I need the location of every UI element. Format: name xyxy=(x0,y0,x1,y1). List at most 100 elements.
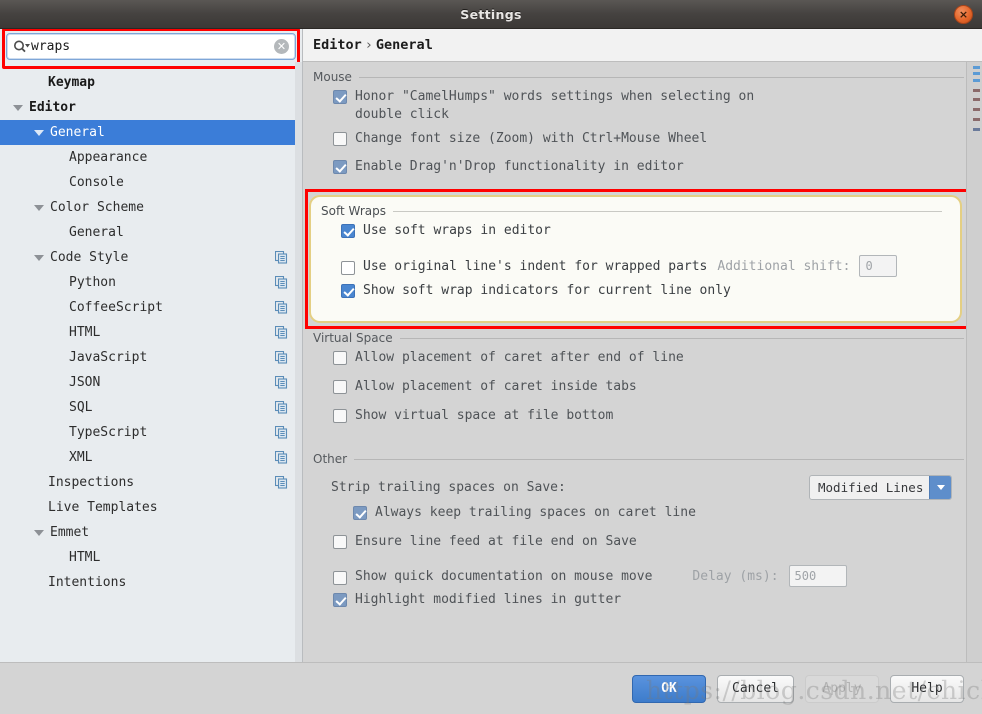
dropdown-value: Modified Lines xyxy=(818,479,924,495)
sidebar-scrollbar[interactable] xyxy=(295,62,302,662)
sidebar-item-label: Python xyxy=(69,275,116,290)
clear-icon[interactable]: ✕ xyxy=(274,39,289,54)
sidebar-item-json[interactable]: JSON xyxy=(0,370,302,395)
copy-icon[interactable] xyxy=(274,250,288,264)
option-row[interactable]: Highlight modified lines in gutter xyxy=(303,591,982,620)
copy-icon[interactable] xyxy=(274,425,288,439)
additional-shift-label: Additional shift: xyxy=(717,259,851,274)
chevron-down-icon[interactable] xyxy=(34,529,44,536)
sidebar-item-console[interactable]: Console xyxy=(0,170,302,195)
copy-icon[interactable] xyxy=(274,325,288,339)
copy-icon[interactable] xyxy=(274,450,288,464)
option-row[interactable]: Use original line's indent for wrapped p… xyxy=(311,252,960,282)
checkbox-ensure-line-feed[interactable] xyxy=(333,535,347,549)
sidebar-item-emmet[interactable]: Emmet xyxy=(0,520,302,545)
option-row[interactable]: Always keep trailing spaces on caret lin… xyxy=(303,504,982,533)
sidebar-item-label: Emmet xyxy=(50,525,90,540)
checkbox-virtual-space-bottom[interactable] xyxy=(333,409,347,423)
additional-shift-input[interactable]: 0 xyxy=(859,255,898,277)
option-row[interactable]: Show quick documentation on mouse move D… xyxy=(303,562,982,591)
sidebar-item-live-templates[interactable]: Live Templates xyxy=(0,495,302,520)
breadcrumb-separator: › xyxy=(364,37,373,53)
settings-content: Mouse Honor "CamelHumps" words settings … xyxy=(303,62,982,662)
option-row[interactable]: Ensure line feed at file end on Save xyxy=(303,533,982,562)
ok-button[interactable]: OK xyxy=(632,674,707,703)
strip-trailing-spaces-dropdown[interactable]: Modified Lines xyxy=(809,474,952,500)
chevron-down-icon[interactable] xyxy=(34,129,44,136)
delay-input[interactable]: 500 xyxy=(788,564,847,587)
sidebar-item-label: Keymap xyxy=(48,75,95,90)
sidebar-item-html[interactable]: HTML xyxy=(0,320,302,345)
cancel-button[interactable]: Cancel xyxy=(717,674,794,703)
sidebar-item-coffeescript[interactable]: CoffeeScript xyxy=(0,295,302,320)
sidebar-item-general[interactable]: General xyxy=(0,120,302,145)
scroll-marker xyxy=(973,79,980,82)
sidebar-item-intentions[interactable]: Intentions xyxy=(0,570,302,595)
option-row[interactable]: Honor "CamelHumps" words settings when s… xyxy=(303,88,982,130)
checkbox-caret-inside-tabs[interactable] xyxy=(333,380,347,394)
sidebar-item-python[interactable]: Python xyxy=(0,270,302,295)
group-divider xyxy=(354,458,964,460)
copy-icon[interactable] xyxy=(274,275,288,289)
option-row[interactable]: Allow placement of caret inside tabs xyxy=(303,378,982,407)
scroll-marker xyxy=(973,72,980,75)
search-value: wraps xyxy=(31,39,71,54)
option-label: Always keep trailing spaces on caret lin… xyxy=(375,505,696,520)
sidebar-item-general[interactable]: General xyxy=(0,220,302,245)
sidebar-item-javascript[interactable]: JavaScript xyxy=(0,345,302,370)
scroll-marker xyxy=(973,66,980,69)
sidebar-item-typescript[interactable]: TypeScript xyxy=(0,420,302,445)
checkbox-caret-after-eol[interactable] xyxy=(333,351,347,365)
option-row[interactable]: Use soft wraps in editor xyxy=(311,222,960,252)
sidebar-item-label: Intentions xyxy=(48,575,127,590)
sidebar-item-code-style[interactable]: Code Style xyxy=(0,245,302,270)
sidebar-item-label: XML xyxy=(69,450,93,465)
option-row[interactable]: Enable Drag'n'Drop functionality in edit… xyxy=(303,158,982,186)
search-input[interactable]: wraps ✕ xyxy=(6,33,296,60)
chevron-down-icon[interactable] xyxy=(34,254,44,261)
copy-icon[interactable] xyxy=(274,375,288,389)
sidebar-item-xml[interactable]: XML xyxy=(0,445,302,470)
option-label: Highlight modified lines in gutter xyxy=(355,592,622,607)
sidebar-item-appearance[interactable]: Appearance xyxy=(0,145,302,170)
copy-icon[interactable] xyxy=(274,475,288,489)
sidebar-item-inspections[interactable]: Inspections xyxy=(0,470,302,495)
checkbox-keep-trailing-spaces-caret[interactable] xyxy=(353,506,367,520)
chevron-down-icon[interactable] xyxy=(13,104,23,111)
checkbox-quick-documentation[interactable] xyxy=(333,570,347,585)
option-row[interactable]: Allow placement of caret after end of li… xyxy=(303,349,982,378)
help-button[interactable]: Help xyxy=(890,674,964,703)
checkbox-highlight-modified-lines[interactable] xyxy=(333,593,347,607)
window-title: Settings xyxy=(460,6,522,22)
option-label: Allow placement of caret inside tabs xyxy=(355,379,637,394)
checkbox-honor-camelhumps[interactable] xyxy=(333,90,347,104)
option-label: Use original line's indent for wrapped p… xyxy=(363,259,708,274)
checkbox-soft-wrap-indicators[interactable] xyxy=(341,284,355,298)
close-icon[interactable]: × xyxy=(954,5,973,24)
option-row[interactable]: Show virtual space at file bottom xyxy=(303,407,982,436)
checkbox-change-font-size[interactable] xyxy=(333,132,347,146)
checkbox-drag-n-drop[interactable] xyxy=(333,160,347,174)
sidebar-item-label: HTML xyxy=(69,325,101,340)
chevron-down-icon[interactable] xyxy=(929,475,951,499)
sidebar-item-label: General xyxy=(50,125,105,140)
sidebar-item-keymap[interactable]: Keymap xyxy=(0,70,302,95)
chevron-down-icon[interactable] xyxy=(34,204,44,211)
copy-icon[interactable] xyxy=(274,300,288,314)
copy-icon[interactable] xyxy=(274,400,288,414)
search-icon xyxy=(13,39,30,55)
option-label: Change font size (Zoom) with Ctrl+Mouse … xyxy=(355,131,708,146)
sidebar-item-color-scheme[interactable]: Color Scheme xyxy=(0,195,302,220)
sidebar-item-sql[interactable]: SQL xyxy=(0,395,302,420)
copy-icon[interactable] xyxy=(274,350,288,364)
content-scrollbar[interactable] xyxy=(966,62,982,662)
option-row[interactable]: Show soft wrap indicators for current li… xyxy=(311,282,960,312)
breadcrumb-root[interactable]: Editor xyxy=(313,37,362,53)
checkbox-original-indent[interactable] xyxy=(341,261,355,275)
checkbox-use-soft-wraps[interactable] xyxy=(341,224,355,238)
sidebar-item-label: Code Style xyxy=(50,250,129,265)
option-row[interactable]: Change font size (Zoom) with Ctrl+Mouse … xyxy=(303,130,982,158)
group-other: Other Strip trailing spaces on Save: Mod… xyxy=(303,448,982,620)
sidebar-item-editor[interactable]: Editor xyxy=(0,95,302,120)
sidebar-item-html[interactable]: HTML xyxy=(0,545,302,570)
